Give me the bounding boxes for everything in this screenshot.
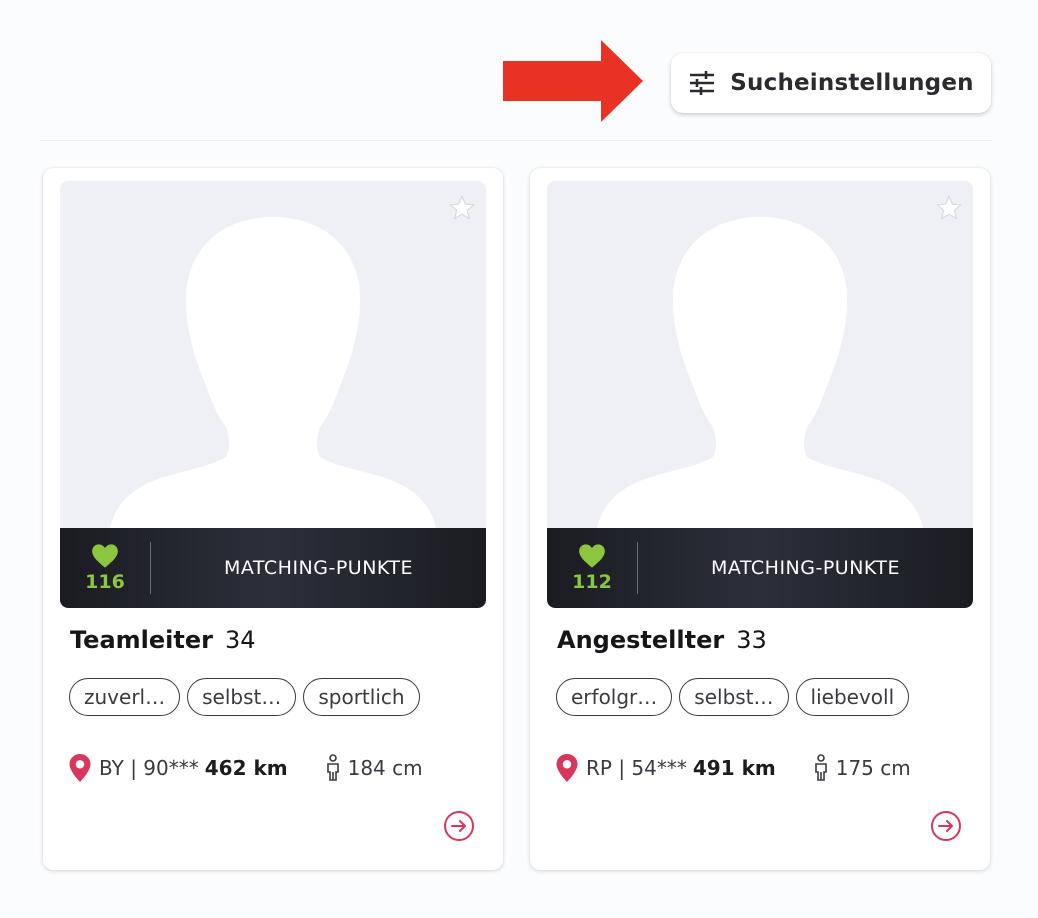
location-pin-icon [69,754,91,782]
profile-card[interactable]: 116 MATCHING-PUNKTE Teamleiter 34 zuverl… [43,168,503,870]
person-height-icon [814,754,827,781]
profile-meta: BY | 90*** 462 km 184 cm [69,754,423,782]
red-arrow-icon [503,40,643,122]
profile-card[interactable]: 112 MATCHING-PUNKTE Angestellter 33 erfo… [530,168,990,870]
matching-points-bar: 112 MATCHING-PUNKTE [547,528,973,608]
profile-title: Angestellter [557,626,725,654]
open-profile-arrow-icon[interactable] [930,810,962,842]
profile-heading: Angestellter 33 [557,626,767,654]
location-text: RP | 54*** [586,756,687,780]
match-points-label: MATCHING-PUNKTE [223,557,414,579]
trait-tag: liebevoll [795,678,910,716]
open-profile-arrow-icon[interactable] [443,810,475,842]
location-pin-icon [556,754,578,782]
trait-tags: zuverl… selbst… sportlich [69,678,420,716]
search-settings-button[interactable]: Sucheinstellungen [671,53,991,113]
trait-tag: selbst… [187,678,297,716]
distance-text: 491 km [692,756,776,780]
profile-photo-placeholder[interactable]: 112 MATCHING-PUNKTE [547,181,973,608]
distance-text: 462 km [204,756,288,780]
trait-tag: sportlich [303,678,420,716]
favorite-star-icon[interactable] [935,194,963,222]
heart-icon [92,544,118,568]
profile-title: Teamleiter [70,626,213,654]
profile-age: 34 [224,626,256,654]
search-results-page: Sucheinstellungen 116 MATCHING-PUNKTE Te… [0,0,1038,918]
match-points-value: 112 [572,571,612,593]
profile-heading: Teamleiter 34 [70,626,256,654]
trait-tag: selbst… [679,678,789,716]
height-text: 175 cm [835,756,911,780]
location-text: BY | 90*** [99,756,199,780]
trait-tags: erfolgr… selbst… liebevoll [556,678,910,716]
favorite-star-icon[interactable] [448,194,476,222]
profile-photo-placeholder[interactable]: 116 MATCHING-PUNKTE [60,181,486,608]
header-divider [40,140,992,141]
match-points-label: MATCHING-PUNKTE [710,557,901,579]
match-score: 112 [547,543,637,593]
profile-age: 33 [736,626,767,654]
search-settings-label: Sucheinstellungen [730,70,974,96]
sliders-icon [690,71,715,95]
trait-tag: zuverl… [69,678,181,716]
match-score: 116 [60,543,150,593]
height-text: 184 cm [347,756,423,780]
profile-meta: RP | 54*** 491 km 175 cm [556,754,911,782]
match-points-value: 116 [85,571,125,593]
matching-points-bar: 116 MATCHING-PUNKTE [60,528,486,608]
heart-icon [579,544,605,568]
trait-tag: erfolgr… [556,678,673,716]
person-height-icon [326,754,339,781]
